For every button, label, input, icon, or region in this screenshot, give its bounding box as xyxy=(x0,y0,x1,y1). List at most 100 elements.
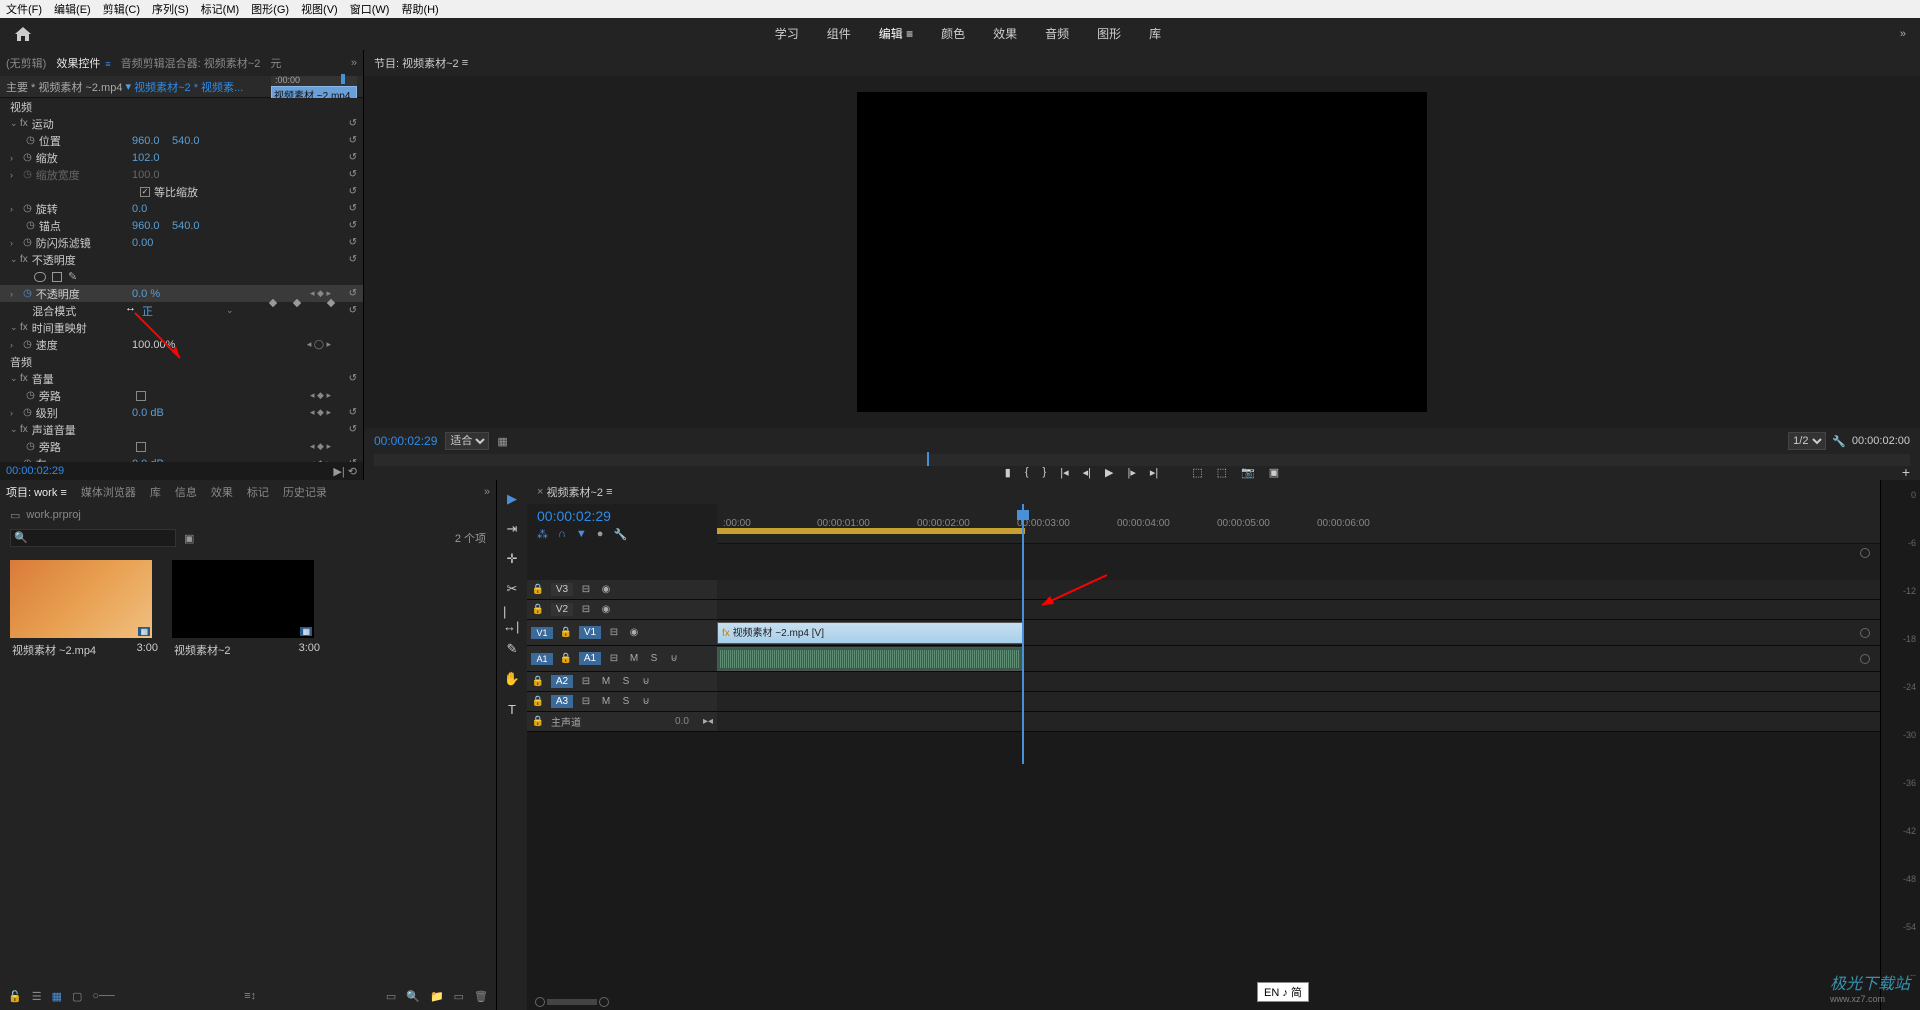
fx-channel-volume[interactable]: 声道音量 xyxy=(32,422,76,438)
selection-tool[interactable]: ▶ xyxy=(503,490,521,508)
stopwatch-icon[interactable]: ◷ xyxy=(23,458,32,462)
keyframe-icon[interactable] xyxy=(269,299,277,307)
mark-out-button[interactable]: } xyxy=(1043,466,1047,478)
timecode-value[interactable]: 00:00:02:29 xyxy=(6,465,64,477)
tab-effects[interactable]: 效果 xyxy=(211,484,233,500)
mute-button[interactable]: M xyxy=(599,676,613,687)
stopwatch-icon[interactable]: ◷ xyxy=(23,152,32,163)
reset-icon[interactable]: ↺ xyxy=(349,186,357,197)
home-button[interactable] xyxy=(10,22,36,46)
track-a3-header[interactable]: 🔒A3⊟MS⊍ xyxy=(527,692,717,712)
snap-button[interactable]: ⁂ xyxy=(537,528,548,541)
sort-button[interactable]: ≡↕ xyxy=(244,990,256,1002)
solo-button[interactable]: S xyxy=(619,696,633,707)
flicker-value[interactable]: 0.00 xyxy=(132,237,153,249)
timeline-ruler[interactable]: :00:00 00:00:01:00 00:00:02:00 00:00:03:… xyxy=(717,504,1880,544)
lock-icon[interactable]: 🔒 xyxy=(531,584,545,595)
play-button[interactable]: ▶ xyxy=(1105,466,1113,479)
razor-tool[interactable]: ✂ xyxy=(503,580,521,598)
fx-time-remap[interactable]: 时间重映射 xyxy=(32,320,87,336)
track-v2[interactable] xyxy=(717,600,1880,620)
track-master[interactable] xyxy=(717,712,1880,732)
reset-icon[interactable]: ↺ xyxy=(349,135,357,146)
keyframe-nav[interactable]: ◂ ◆ ▸ xyxy=(310,441,331,452)
wrench-button[interactable]: 🔧 xyxy=(613,528,627,541)
eye-icon[interactable]: ◉ xyxy=(599,584,613,595)
track-collapse-icon[interactable] xyxy=(1860,548,1870,558)
ws-color[interactable]: 颜色 xyxy=(941,17,965,52)
scale-value[interactable]: 102.0 xyxy=(132,152,160,164)
mini-playhead[interactable] xyxy=(341,74,345,84)
track-master-header[interactable]: 🔒主声道0.0▸◂ xyxy=(527,712,717,732)
reset-icon[interactable]: ↺ xyxy=(349,237,357,248)
reset-icon[interactable]: ↺ xyxy=(349,169,357,180)
ws-learn[interactable]: 学习 xyxy=(775,17,799,52)
audio-clip[interactable] xyxy=(717,647,1023,671)
menu-edit[interactable]: 编辑(E) xyxy=(54,1,91,17)
position-x[interactable]: 960.0 xyxy=(132,135,160,147)
ripple-tool[interactable]: ✛ xyxy=(503,550,521,568)
tab-info[interactable]: 信息 xyxy=(175,484,197,500)
step-forward-button[interactable]: |▸ xyxy=(1127,466,1135,479)
zoom-bar[interactable] xyxy=(547,999,597,1005)
tab-media-browser[interactable]: 媒体浏览器 xyxy=(81,484,136,500)
button-editor-button[interactable]: + xyxy=(1902,464,1910,480)
track-a1-header[interactable]: A1🔒A1⊟MS⊍ xyxy=(527,646,717,672)
menu-window[interactable]: 窗口(W) xyxy=(350,1,390,17)
track-v3-header[interactable]: 🔒V3⊟◉ xyxy=(527,580,717,600)
wrench-icon[interactable]: 🔧 xyxy=(1832,435,1846,448)
stopwatch-icon[interactable]: ◷ xyxy=(23,407,32,418)
left-value[interactable]: 0.0 dB xyxy=(132,458,164,463)
solo-button[interactable]: S xyxy=(619,676,633,687)
timeline-tab[interactable]: × 视频素材~2 ≡ xyxy=(527,480,1880,504)
stopwatch-icon[interactable]: ◷ xyxy=(26,135,35,146)
mark-in-button[interactable]: { xyxy=(1025,466,1029,478)
reset-icon[interactable]: ↺ xyxy=(349,254,357,265)
effect-mini-timeline[interactable]: :00:00 视频素材 ~2.mp4 xyxy=(271,76,357,98)
zoom-handle-left[interactable] xyxy=(535,997,545,1007)
rect-mask-icon[interactable] xyxy=(52,272,62,282)
reset-icon[interactable]: ↺ xyxy=(349,203,357,214)
clip-item[interactable]: ▦ 视频素材 ~2.mp43:00 xyxy=(10,560,160,972)
track-v2-header[interactable]: 🔒V2⊟◉ xyxy=(527,600,717,620)
export-frame-button[interactable]: 📷 xyxy=(1241,466,1255,479)
video-clip[interactable]: fx 视频素材 ~2.mp4 [V] xyxy=(717,622,1023,644)
fit-select[interactable]: 适合 xyxy=(445,432,489,450)
slip-tool[interactable]: |↔| xyxy=(503,610,521,628)
rotation-value[interactable]: 0.0 xyxy=(132,203,147,215)
loop-icon[interactable]: ⟲ xyxy=(348,465,357,478)
stopwatch-icon[interactable]: ◷ xyxy=(26,441,35,452)
eye-icon[interactable]: ◉ xyxy=(627,627,641,638)
ws-effects[interactable]: 效果 xyxy=(993,17,1017,52)
menu-file[interactable]: 文件(F) xyxy=(6,1,42,17)
menu-graphics[interactable]: 图形(G) xyxy=(251,1,289,17)
lift-button[interactable]: ⬚ xyxy=(1192,466,1202,479)
anchor-x[interactable]: 960.0 xyxy=(132,220,160,232)
playhead-line[interactable] xyxy=(1022,504,1024,764)
tab-audio-mixer[interactable]: 音频剪辑混合器: 视频素材~2 xyxy=(121,55,261,71)
tab-effect-controls[interactable]: 效果控件 ≡ xyxy=(56,55,110,71)
search-input[interactable] xyxy=(10,529,176,547)
zoom-handle-right[interactable] xyxy=(599,997,609,1007)
keyframe-nav[interactable]: ◂ ◆ ▸ xyxy=(310,407,331,418)
zoom-slider[interactable]: ○── xyxy=(92,990,114,1002)
track-v1-header[interactable]: V1🔒V1⊟◉ xyxy=(527,620,717,646)
settings-button[interactable]: ● xyxy=(597,528,604,541)
keyframe-icon[interactable] xyxy=(293,299,301,307)
tab-libraries[interactable]: 库 xyxy=(150,484,161,500)
track-select-tool[interactable]: ⇥ xyxy=(503,520,521,538)
reset-icon[interactable]: ↺ xyxy=(349,373,357,384)
track-a2[interactable] xyxy=(717,672,1880,692)
opacity-value[interactable]: 0.0 % xyxy=(132,288,160,300)
timeline-zoom-scroll[interactable] xyxy=(527,994,1880,1010)
play-only-icon[interactable]: ▶| xyxy=(333,465,344,478)
dropdown-icon[interactable]: ⌄ xyxy=(226,305,234,316)
reset-icon[interactable]: ↺ xyxy=(349,288,357,299)
bypass-checkbox[interactable] xyxy=(136,391,146,401)
mute-button[interactable]: M xyxy=(599,696,613,707)
reset-icon[interactable]: ↺ xyxy=(349,407,357,418)
speed-value[interactable]: 100.00% xyxy=(132,339,175,351)
stopwatch-active-icon[interactable]: ◷ xyxy=(23,288,32,299)
uniform-scale-checkbox[interactable]: ✓ xyxy=(140,187,150,197)
lock-icon[interactable]: 🔒 xyxy=(531,696,545,707)
